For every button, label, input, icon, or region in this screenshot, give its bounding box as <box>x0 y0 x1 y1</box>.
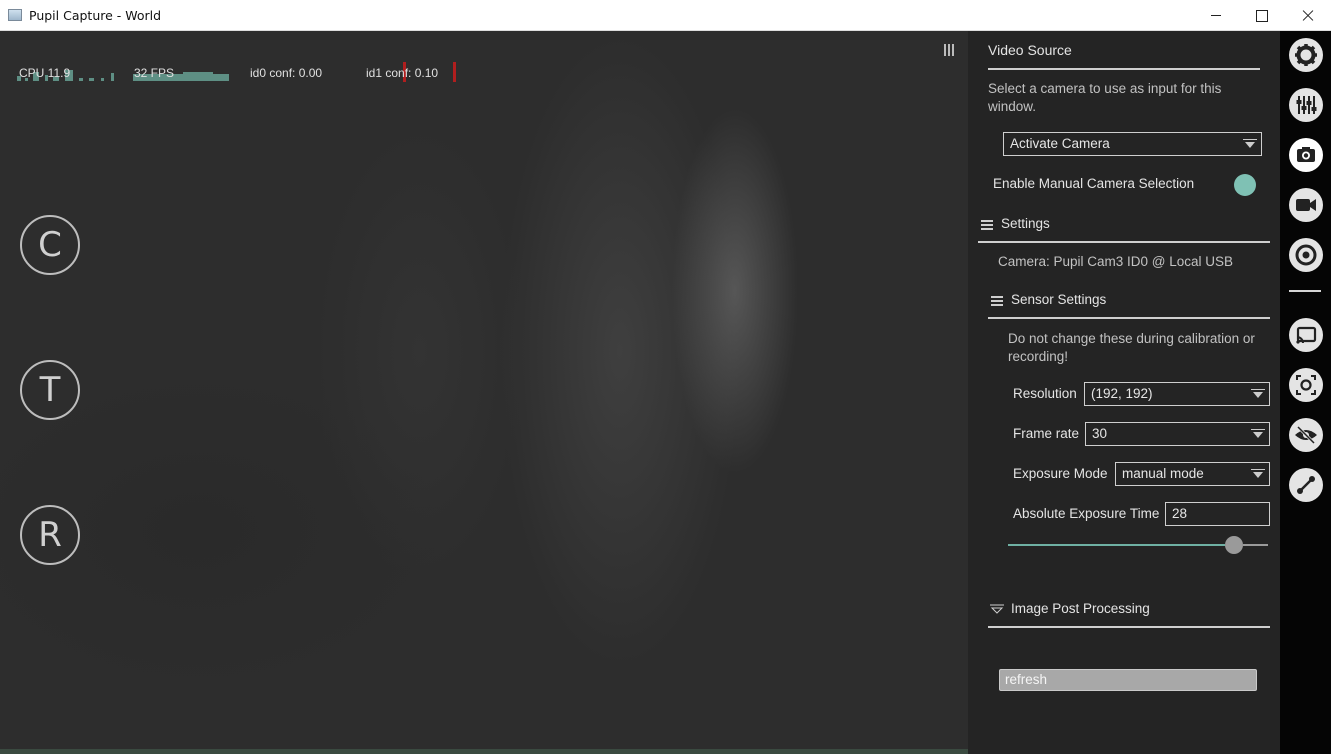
sensor-warning: Do not change these during calibration o… <box>1008 331 1255 364</box>
close-button[interactable] <box>1285 0 1331 31</box>
id1-confidence: id1 conf: 0.10 <box>366 66 439 80</box>
cpu-readout: CPU 11.9 <box>19 66 71 80</box>
absolute-exposure-label: Absolute Exposure Time <box>1013 506 1160 521</box>
chevron-down-icon <box>1251 428 1265 440</box>
app-icon <box>8 9 22 21</box>
gear-icon[interactable] <box>1289 38 1323 72</box>
exposure-mode-value: manual mode <box>1122 466 1204 481</box>
chevron-down-icon <box>1251 388 1265 400</box>
id1-confidence-bar-max <box>453 62 456 82</box>
frame-rate-value: 30 <box>1092 426 1108 441</box>
frame-rate-label: Frame rate <box>1013 426 1080 441</box>
sensor-settings-title: Sensor Settings <box>1011 292 1107 307</box>
camera-icon[interactable] <box>1289 138 1323 172</box>
manual-selection-label: Enable Manual Camera Selection <box>993 176 1195 191</box>
frame-rate-select[interactable]: 30 <box>1085 422 1270 446</box>
link-icon[interactable] <box>1289 468 1323 502</box>
plugin-icon-bar <box>1280 31 1331 754</box>
id0-confidence: id0 conf: 0.00 <box>250 66 323 80</box>
chevron-down-icon <box>1251 468 1265 480</box>
slider-track-filled <box>1008 544 1225 546</box>
fps-readout: 32 FPS <box>134 66 175 80</box>
divider <box>988 317 1270 319</box>
settings-menu-icon[interactable] <box>981 220 993 230</box>
title-bar: Pupil Capture - World <box>0 0 1331 31</box>
exposure-mode-select[interactable]: manual mode <box>1115 462 1270 486</box>
divider <box>978 241 1270 243</box>
eye-slash-icon[interactable] <box>1289 418 1323 452</box>
world-video-view[interactable]: CPU 11.9 32 FPS id0 conf: 0.00 id1 conf:… <box>0 31 968 754</box>
divider <box>988 626 1270 628</box>
calibrate-button[interactable]: C <box>20 215 80 275</box>
activate-camera-value: Activate Camera <box>1010 136 1110 151</box>
camera-info: Camera: Pupil Cam3 ID0 @ Local USB <box>998 254 1234 269</box>
sensor-settings-menu-icon[interactable] <box>991 296 1003 306</box>
manual-selection-toggle[interactable] <box>1234 174 1256 196</box>
video-camera-icon[interactable] <box>1289 188 1323 222</box>
settings-panel: Video Source Select a camera to use as i… <box>968 31 1280 754</box>
maximize-button[interactable] <box>1239 0 1285 31</box>
bottom-strip <box>0 749 968 754</box>
video-source-title: Video Source <box>988 42 1072 58</box>
resolution-select[interactable]: (192, 192) <box>1084 382 1270 406</box>
slider-track-remaining <box>1243 544 1268 546</box>
resolution-label: Resolution <box>1013 386 1077 401</box>
activate-camera-select[interactable]: Activate Camera <box>1003 132 1262 156</box>
window-title: Pupil Capture - World <box>29 8 162 23</box>
test-button[interactable]: T <box>20 360 80 420</box>
sliders-icon[interactable] <box>1289 88 1323 122</box>
settings-title: Settings <box>1001 216 1050 231</box>
menu-toggle-icon[interactable] <box>944 44 954 56</box>
record-button[interactable]: R <box>20 505 80 565</box>
video-source-description: Select a camera to use as input for this… <box>988 81 1222 114</box>
icon-bar-divider <box>1289 290 1321 292</box>
divider <box>988 68 1260 70</box>
chevron-down-icon <box>1243 138 1257 150</box>
minimize-button[interactable] <box>1193 0 1239 31</box>
collapse-arrow-icon[interactable] <box>990 604 1004 614</box>
focus-camera-icon[interactable] <box>1289 368 1323 402</box>
image-post-processing-title: Image Post Processing <box>1011 601 1150 616</box>
absolute-exposure-slider[interactable] <box>1008 536 1268 554</box>
exposure-mode-label: Exposure Mode <box>1013 466 1108 481</box>
target-icon[interactable] <box>1289 238 1323 272</box>
absolute-exposure-input[interactable]: 28 <box>1165 502 1270 526</box>
resolution-value: (192, 192) <box>1091 386 1153 401</box>
refresh-button[interactable]: refresh <box>999 669 1257 691</box>
slider-thumb[interactable] <box>1225 536 1243 554</box>
cast-icon[interactable] <box>1289 318 1323 352</box>
